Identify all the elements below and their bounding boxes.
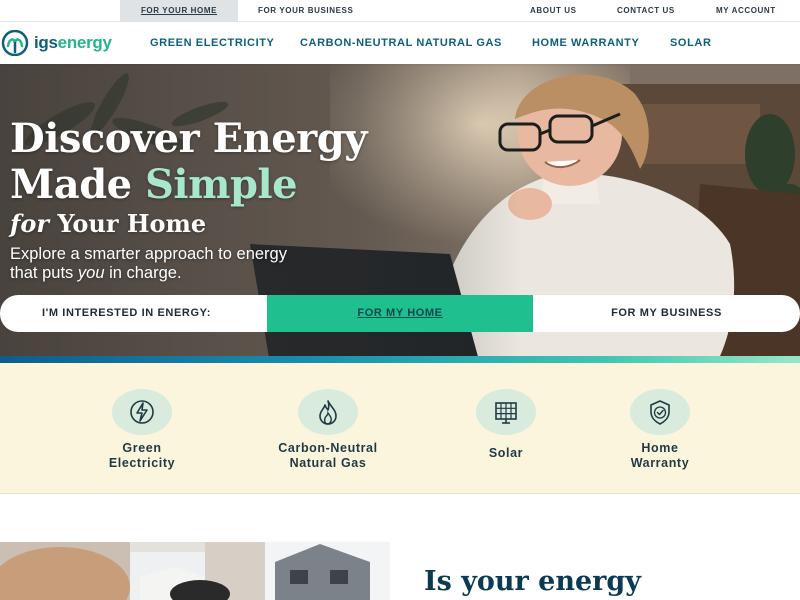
service-label: Carbon-Neutral Natural Gas	[248, 441, 408, 471]
lightning-icon	[130, 400, 154, 424]
nav-home-warranty[interactable]: HOME WARRANTY	[532, 22, 639, 64]
nav-carbon-neutral-natural-gas[interactable]: CARBON-NEUTRAL NATURAL GAS	[300, 22, 502, 64]
hero-subtitle-for: for	[10, 209, 49, 238]
service-icon-circle	[112, 389, 172, 435]
service-label-line2: Natural Gas	[289, 456, 367, 470]
shield-check-icon	[650, 400, 670, 425]
for-your-business-link[interactable]: FOR YOUR BUSINESS	[258, 0, 353, 22]
hero-description: Explore a smarter approach to energy tha…	[10, 245, 287, 283]
service-label: Home Warranty	[580, 441, 740, 471]
logo-wordmark: igsenergy	[34, 33, 112, 53]
service-label-line1: Carbon-Neutral	[278, 441, 378, 455]
hero-title-made: Made	[10, 161, 146, 208]
logo[interactable]: igsenergy	[0, 30, 112, 56]
hero-title-simple: Simple	[145, 161, 298, 208]
hero-description-line1: Explore a smarter approach to energy	[10, 245, 287, 263]
energy-interest-chooser: I'M INTERESTED IN ENERGY: FOR MY HOME FO…	[0, 295, 800, 332]
service-home-warranty[interactable]: Home Warranty	[580, 389, 740, 471]
lower-section-photo	[0, 542, 390, 600]
hero-subtitle: for Your Home	[10, 209, 206, 238]
service-label-line1: Home	[641, 441, 679, 455]
service-label: Solar	[426, 446, 586, 461]
flame-icon	[319, 400, 337, 425]
igs-leaf-logo-icon	[1, 30, 29, 56]
my-account-link[interactable]: MY ACCOUNT	[716, 0, 776, 22]
hero-title: Discover Energy Made Simple	[10, 116, 367, 208]
hero-title-line2: Made Simple	[10, 162, 367, 208]
service-label-line2: Electricity	[108, 456, 176, 470]
service-green-electricity[interactable]: Green Electricity	[62, 389, 222, 471]
service-carbon-neutral-natural-gas[interactable]: Carbon-Neutral Natural Gas	[248, 389, 408, 471]
solar-panel-icon	[495, 402, 517, 424]
main-nav: igsenergy GREEN ELECTRICITY CARBON-NEUTR…	[0, 22, 800, 64]
service-solar[interactable]: Solar	[426, 389, 586, 461]
service-label: Green Electricity	[62, 441, 222, 471]
hero-desc-part-a: that puts	[10, 264, 78, 282]
service-label-line2: Warranty	[630, 456, 690, 470]
lower-photo-image	[0, 542, 390, 600]
service-icon-circle	[630, 389, 690, 435]
hero-subtitle-rest: Your Home	[48, 209, 207, 238]
hero-banner: Discover Energy Made Simple for Your Hom…	[0, 64, 800, 356]
logo-suffix: energy	[57, 33, 112, 52]
service-icon-circle	[476, 389, 536, 435]
hero-title-line1: Discover Energy	[10, 115, 367, 162]
services-band: Green Electricity Carbon-Neutral Natural…	[0, 363, 800, 494]
hero-desc-you: you	[77, 264, 105, 282]
hero-desc-part-b: in charge.	[104, 264, 182, 282]
lower-section-heading: Is your energy	[424, 566, 641, 597]
nav-solar[interactable]: SOLAR	[670, 22, 712, 64]
nav-green-electricity[interactable]: GREEN ELECTRICITY	[150, 22, 275, 64]
chooser-label: I'M INTERESTED IN ENERGY:	[0, 295, 268, 332]
for-my-business-button[interactable]: FOR MY BUSINESS	[533, 295, 800, 332]
about-us-link[interactable]: ABOUT US	[530, 0, 577, 22]
for-my-home-button[interactable]: FOR MY HOME	[267, 295, 533, 332]
utility-bar: FOR YOUR HOME FOR YOUR BUSINESS ABOUT US…	[0, 0, 800, 22]
service-label-line1: Solar	[488, 446, 524, 460]
contact-us-link[interactable]: CONTACT US	[617, 0, 675, 22]
hero-description-line2: that puts you in charge.	[10, 264, 287, 283]
gradient-divider	[0, 356, 800, 363]
service-label-line1: Green	[122, 441, 162, 455]
for-your-home-link[interactable]: FOR YOUR HOME	[120, 0, 238, 22]
logo-prefix: igs	[34, 33, 58, 52]
service-icon-circle	[298, 389, 358, 435]
